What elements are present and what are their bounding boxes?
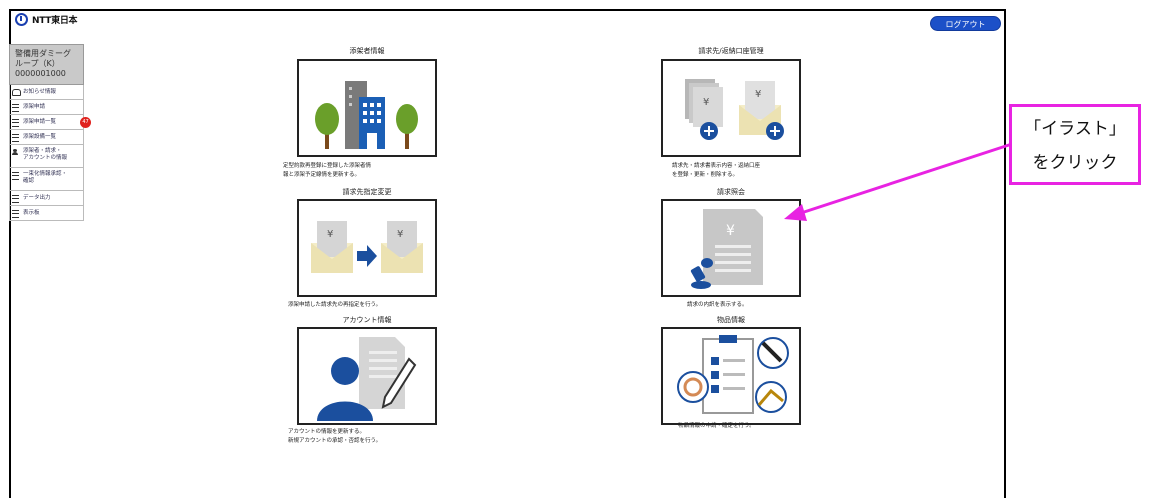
svg-text:¥: ¥ xyxy=(397,229,403,240)
sidebar-item-request-list[interactable]: 添架申請一覧 47 xyxy=(10,115,91,130)
annotation-callout: 「イラスト」 をクリック xyxy=(1009,104,1141,185)
card-title-billing-change: 請求先指定変更 xyxy=(342,188,392,196)
logo-text: NTT東日本 xyxy=(32,16,78,26)
user-id: 0000001000 xyxy=(15,69,66,78)
count-badge: 47 xyxy=(80,117,91,128)
card-billing-change[interactable]: ¥ ¥ xyxy=(297,199,437,297)
sidebar-item-equipment-list[interactable]: 添架設備一覧 xyxy=(10,130,83,145)
bell-icon xyxy=(12,89,21,96)
building-trees-icon xyxy=(315,81,418,149)
logout-button[interactable]: ログアウト xyxy=(930,16,1001,31)
sidebar-item-bundle-approval[interactable]: 一束化情報承認・ 確認 xyxy=(10,168,83,191)
user-name-line1: 警備用ダミーグ xyxy=(15,49,71,58)
sidebar-item-bulletin[interactable]: 表示板 xyxy=(10,206,83,221)
card-account-info[interactable] xyxy=(297,327,437,425)
person-icon xyxy=(12,149,18,155)
user-name-line2: ループ（K） xyxy=(15,59,60,68)
sidebar-item-attachment-request[interactable]: 添架申請 xyxy=(10,100,83,115)
list-icon xyxy=(12,134,19,142)
card-title-item-info: 物品情報 xyxy=(717,316,745,324)
card-item-info[interactable] xyxy=(661,327,801,425)
sidebar-item-notices[interactable]: お知らせ情報 xyxy=(10,85,83,100)
card-desc-account-info: アカウントの情報を更新する。 新規アカウントの承認・否認を行う。 xyxy=(288,429,382,444)
list-icon xyxy=(12,172,19,180)
app-frame xyxy=(9,9,1006,498)
card-title-attacher-info: 添架者情報 xyxy=(349,47,385,55)
ntt-logo-icon xyxy=(15,13,28,26)
card-desc-attacher-info: 定型約款再登録に登録した添架者情 報と添架予定線情を更新する。 xyxy=(283,163,372,178)
list-icon xyxy=(12,119,19,127)
checklist-cable-icon xyxy=(677,335,789,414)
list-icon xyxy=(12,210,19,218)
annotation-line2: をクリック xyxy=(1032,153,1118,173)
envelope-transfer-icon: ¥ ¥ xyxy=(311,221,423,273)
list-icon xyxy=(12,104,19,112)
sidebar-item-data-export[interactable]: データ出力 xyxy=(10,191,83,206)
card-title-billing-account: 請求先/返納口座管理 xyxy=(698,47,764,55)
annotation-arrow xyxy=(784,142,1013,221)
list-icon xyxy=(12,195,19,203)
card-desc-billing-change: 添架申請した請求先の再指定を行う。 xyxy=(288,302,382,308)
svg-text:¥: ¥ xyxy=(327,229,333,240)
user-info: 警備用ダミーグ ループ（K） 0000001000 xyxy=(9,44,84,85)
card-desc-billing-inquiry: 請求の内訳を表示する。 xyxy=(687,302,748,308)
ntt-logo: NTT東日本 xyxy=(15,13,78,26)
svg-text:¥: ¥ xyxy=(703,97,709,108)
card-attacher-info[interactable] xyxy=(297,59,437,157)
account-document-icon xyxy=(317,337,417,421)
sidebar-item-account-info[interactable]: 添架者・請求・ アカウントの情報 xyxy=(10,145,83,168)
sidebar-menu: お知らせ情報 添架申請 添架申請一覧 47 添架設備一覧 添架者・請求・ アカウント… xyxy=(9,85,91,221)
sidebar: 警備用ダミーグ ループ（K） 0000001000 お知らせ情報 添架申請 添架… xyxy=(9,44,91,221)
card-desc-item-info: 物品情報の申請・確定を行う。 xyxy=(678,423,755,429)
card-title-account-info: アカウント情報 xyxy=(342,316,392,324)
annotation-line1: 「イラスト」 xyxy=(1024,119,1126,139)
svg-text:¥: ¥ xyxy=(726,223,735,239)
svg-text:¥: ¥ xyxy=(755,89,761,100)
